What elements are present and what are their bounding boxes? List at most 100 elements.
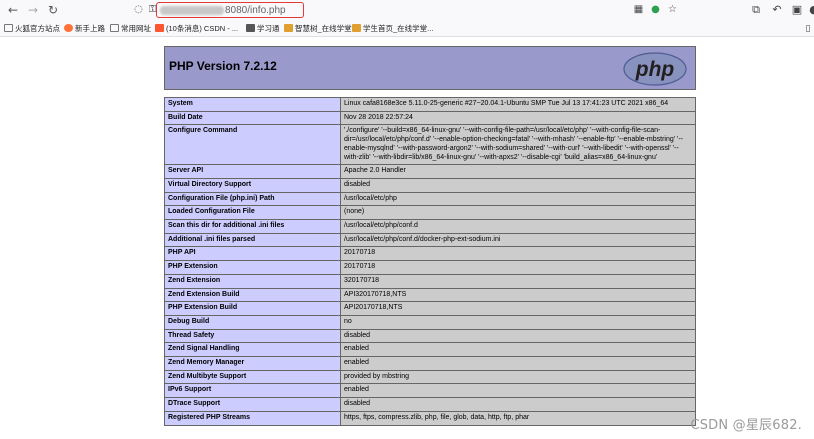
table-row: Zend Extension 320170718 bbox=[164, 273, 696, 289]
bookmark-label: (10条消息) CSDN - ... bbox=[166, 24, 239, 33]
row-key: Configure Command bbox=[164, 124, 341, 166]
row-key: Zend Multibyte Support bbox=[164, 369, 341, 385]
row-key: Thread Safety bbox=[164, 328, 341, 344]
row-key: IPv6 Support bbox=[164, 383, 341, 399]
page-title: PHP Version 7.2.12 bbox=[169, 59, 277, 73]
redacted-host bbox=[160, 6, 224, 15]
row-value: Nov 28 2018 22:57:24 bbox=[340, 110, 696, 126]
folder-icon bbox=[110, 24, 119, 32]
zhihuishu-icon bbox=[352, 24, 361, 32]
back-icon[interactable]: ← bbox=[5, 2, 21, 18]
row-key: Server API bbox=[164, 164, 341, 179]
bookmark-item[interactable]: 常用网址 bbox=[110, 21, 151, 36]
row-key: Zend Signal Handling bbox=[164, 342, 341, 358]
row-key: Scan this dir for additional .ini files bbox=[164, 219, 341, 234]
phpinfo-header: PHP Version 7.2.12 php bbox=[164, 46, 696, 90]
row-value: disabled bbox=[340, 397, 696, 412]
row-value: /usr/local/etc/php bbox=[340, 191, 696, 207]
other-bookmarks-icon[interactable]: ▯ bbox=[800, 21, 814, 37]
table-row: DTrace Support disabled bbox=[164, 397, 696, 412]
row-value: API320170718,NTS bbox=[340, 287, 696, 303]
shield-icon[interactable]: ◌ bbox=[132, 3, 145, 16]
table-row: Debug Build no bbox=[164, 314, 696, 330]
row-key: PHP API bbox=[164, 246, 341, 262]
bookmarks-bar: 火狐官方站点 新手上路 常用网址 (10条消息) CSDN - ... 学习通 智慧树_在… bbox=[0, 20, 814, 37]
row-value: enabled bbox=[340, 356, 696, 371]
php-logo-icon[interactable]: php bbox=[623, 52, 687, 86]
table-row: Configuration File (php.ini) Path/usr/lo… bbox=[164, 191, 696, 207]
reload-icon[interactable]: ↻ bbox=[45, 2, 61, 18]
row-key: Configuration File (php.ini) Path bbox=[164, 191, 341, 207]
bookmark-label: 智慧树_在线学堂 bbox=[295, 24, 352, 33]
bookmark-item[interactable]: 火狐官方站点 bbox=[4, 21, 60, 36]
table-row: Zend Signal Handling enabled bbox=[164, 342, 696, 358]
csdn-icon bbox=[155, 24, 164, 32]
row-key: PHP Extension bbox=[164, 260, 341, 275]
table-row: System Linux cafa8168e3ce 5.11.0-25-gener… bbox=[164, 97, 696, 112]
table-row: Server API Apache 2.0 Handler bbox=[164, 164, 696, 179]
row-key: Zend Extension bbox=[164, 273, 341, 289]
table-row: Build Date Nov 28 2018 22:57:24 bbox=[164, 110, 696, 126]
table-row: PHP API 20170718 bbox=[164, 246, 696, 262]
row-key: Zend Extension Build bbox=[164, 287, 341, 303]
url-text[interactable]: 8080/info.php bbox=[225, 4, 286, 17]
overflow-icon[interactable]: ◐ bbox=[806, 2, 814, 18]
table-row: Zend Extension Build API320170718,NTS bbox=[164, 287, 696, 303]
svg-text:php: php bbox=[635, 58, 675, 81]
table-row: Registered PHP Streams https, ftps, compr… bbox=[164, 410, 696, 426]
table-row: PHP Extension Build API20170718,NTS bbox=[164, 301, 696, 316]
table-row: Scan this dir for additional .ini files /… bbox=[164, 219, 696, 234]
qr-code-icon[interactable]: ▦ bbox=[632, 3, 645, 16]
folder-icon bbox=[4, 24, 13, 32]
row-value: enabled bbox=[340, 342, 696, 358]
row-value: no bbox=[340, 314, 696, 330]
row-key: Zend Memory Manager bbox=[164, 356, 341, 371]
table-row: PHP Extension 20170718 bbox=[164, 260, 696, 275]
extension-icon[interactable]: ● bbox=[649, 3, 662, 16]
row-value: Apache 2.0 Handler bbox=[340, 164, 696, 179]
sidebar-icon[interactable]: ▣ bbox=[789, 2, 805, 18]
bookmark-item[interactable]: 学生首页_在线学堂... bbox=[352, 21, 433, 36]
zhihuishu-icon bbox=[284, 24, 293, 32]
forward-icon[interactable]: → bbox=[25, 2, 41, 18]
bookmark-item[interactable]: 新手上路 bbox=[64, 21, 105, 36]
address-bar[interactable]: ◌ ⚿ 8080/info.php ▦ ● ☆ bbox=[120, 2, 685, 18]
row-value: enabled bbox=[340, 383, 696, 399]
table-row: Additional .ini files parsed/usr/local/e… bbox=[164, 232, 696, 248]
row-key: Registered PHP Streams bbox=[164, 410, 341, 426]
row-key: Build Date bbox=[164, 110, 341, 126]
row-value: './configure' '--build=x86_64-linux-gnu'… bbox=[340, 124, 696, 166]
bookmark-label: 新手上路 bbox=[75, 24, 105, 33]
row-value: disabled bbox=[340, 177, 696, 193]
info-table: System Linux cafa8168e3ce 5.11.0-25-gener… bbox=[164, 97, 696, 426]
row-value: provided by mbstring bbox=[340, 369, 696, 385]
watermark: CSDN @星辰682. bbox=[690, 418, 802, 433]
row-value: Linux cafa8168e3ce 5.11.0-25-generic #27… bbox=[340, 97, 696, 112]
row-key: Virtual Directory Support bbox=[164, 177, 341, 193]
table-row: Zend Memory Manager enabled bbox=[164, 356, 696, 371]
xuexitong-icon bbox=[246, 24, 255, 32]
table-row: Virtual Directory Support disabled bbox=[164, 177, 696, 193]
undo-icon[interactable]: ↶ bbox=[769, 2, 785, 18]
phpinfo-page: PHP Version 7.2.12 php System Linux cafa8… bbox=[0, 38, 814, 439]
bookmark-item[interactable]: (10条消息) CSDN - ... bbox=[155, 21, 238, 36]
row-value: /usr/local/etc/php/conf.d/docker-php-ext… bbox=[340, 232, 696, 248]
row-value: https, ftps, compress.zlib, php, file, g… bbox=[340, 410, 696, 426]
bookmark-star-icon[interactable]: ☆ bbox=[666, 3, 679, 16]
row-key: PHP Extension Build bbox=[164, 301, 341, 316]
row-value: 20170718 bbox=[340, 246, 696, 262]
browser-toolbar: ← → ↻ ◌ ⚿ 8080/info.php ▦ ● ☆ ⧉ ↶ ▣ ◐ bbox=[0, 0, 814, 20]
row-value: (none) bbox=[340, 205, 696, 221]
row-key: DTrace Support bbox=[164, 397, 341, 412]
table-row: Configure Command './configure' '--build=… bbox=[164, 124, 696, 166]
bookmark-item[interactable]: 学习通 bbox=[246, 21, 280, 36]
row-value: 20170718 bbox=[340, 260, 696, 275]
row-value: 320170718 bbox=[340, 273, 696, 289]
bookmark-label: 常用网址 bbox=[121, 24, 151, 33]
url-highlight: 8080/info.php bbox=[156, 2, 304, 18]
row-value: /usr/local/etc/php/conf.d bbox=[340, 219, 696, 234]
bookmark-label: 学生首页_在线学堂... bbox=[363, 24, 434, 33]
extensions-icon[interactable]: ⧉ bbox=[748, 2, 764, 18]
bookmark-item[interactable]: 智慧树_在线学堂 bbox=[284, 21, 352, 36]
bookmark-label: 学习通 bbox=[257, 24, 280, 33]
